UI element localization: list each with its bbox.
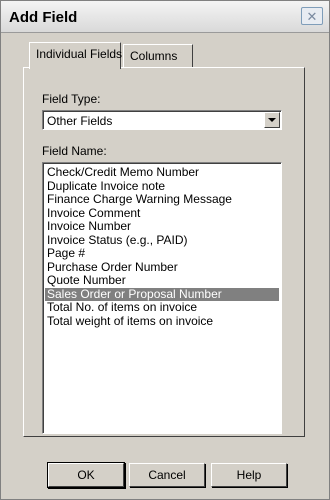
list-item[interactable]: Sales Order or Proposal Number xyxy=(45,287,279,301)
individual-fields-panel: Field Type: Other Fields Field Name: Che… xyxy=(23,67,305,437)
close-icon: ✕ xyxy=(306,8,318,24)
list-item[interactable]: Total weight of items on invoice xyxy=(45,314,279,329)
list-item[interactable]: Purchase Order Number xyxy=(45,260,279,275)
field-type-value: Other Fields xyxy=(47,114,113,128)
field-type-label: Field Type: xyxy=(42,92,101,106)
cancel-button[interactable]: Cancel xyxy=(129,463,205,487)
dialog-title: Add Field xyxy=(9,9,78,26)
list-item[interactable]: Total No. of items on invoice xyxy=(45,300,279,315)
list-item[interactable]: Page # xyxy=(45,246,279,261)
add-field-dialog: Add Field ✕ Individual Fields Columns Fi… xyxy=(0,0,330,500)
field-type-select[interactable]: Other Fields xyxy=(42,110,282,130)
close-button[interactable]: ✕ xyxy=(301,7,323,25)
list-item[interactable]: Duplicate Invoice note xyxy=(45,179,279,194)
help-button[interactable]: Help xyxy=(211,463,287,487)
field-name-label: Field Name: xyxy=(42,144,107,158)
title-bar[interactable]: Add Field ✕ xyxy=(1,1,329,33)
list-item[interactable]: Invoice Comment xyxy=(45,206,279,221)
list-item[interactable]: Finance Charge Warning Message xyxy=(45,192,279,207)
tab-columns[interactable]: Columns xyxy=(123,44,193,68)
list-item[interactable]: Check/Credit Memo Number xyxy=(45,165,279,180)
list-item[interactable]: Quote Number xyxy=(45,273,279,288)
field-name-list[interactable]: Check/Credit Memo Number Duplicate Invoic… xyxy=(42,162,282,434)
list-item[interactable]: Invoice Status (e.g., PAID) xyxy=(45,233,279,248)
list-item[interactable]: Invoice Number xyxy=(45,219,279,234)
chevron-down-icon xyxy=(268,117,276,122)
dropdown-button[interactable] xyxy=(264,112,280,128)
tab-individual-fields[interactable]: Individual Fields xyxy=(29,42,122,69)
ok-button[interactable]: OK xyxy=(48,463,124,487)
